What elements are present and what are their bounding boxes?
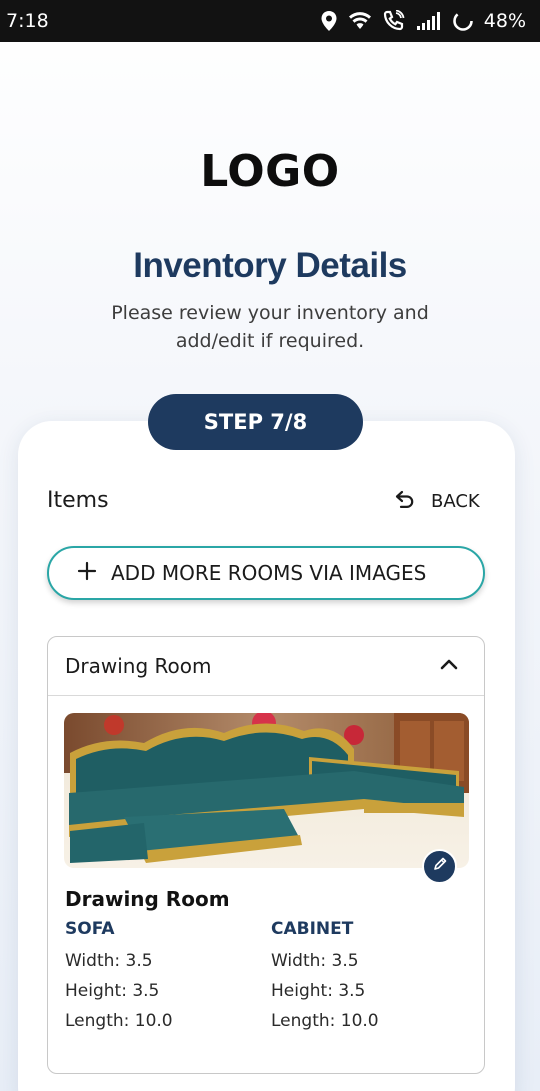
page-subtitle: Please review your inventory and add/edi…	[111, 302, 429, 352]
battery-percent: 48%	[483, 10, 526, 32]
item-name: CABINET	[271, 919, 354, 939]
wifi-icon	[348, 11, 372, 31]
wifi-calling-icon	[382, 10, 406, 32]
room-accordion-title: Drawing Room	[65, 654, 212, 678]
edit-room-button[interactable]	[422, 849, 457, 884]
item-height: Height: 3.5	[271, 981, 366, 1001]
chevron-up-icon[interactable]	[440, 657, 458, 675]
items-heading: Items	[47, 488, 109, 513]
signal-icon	[416, 11, 442, 31]
location-icon	[320, 10, 338, 32]
room-panel-drawing-room: Drawing Room Drawing Room SOFA Width: 3.…	[47, 636, 485, 1074]
inventory-item-sofa: SOFA Width: 3.5 Height: 3.5 Length: 10.0	[65, 919, 255, 1039]
back-button[interactable]: BACK	[393, 487, 480, 515]
item-name: SOFA	[65, 919, 115, 939]
step-indicator: STEP 7/8	[148, 394, 363, 450]
sofa-photo-illustration	[64, 713, 469, 868]
item-width: Width: 3.5	[65, 951, 153, 971]
status-bar: 7:18 48%	[0, 0, 540, 42]
status-icons: 48%	[320, 10, 526, 32]
add-more-rooms-label: ADD MORE ROOMS VIA IMAGES	[111, 561, 427, 585]
room-accordion-header[interactable]: Drawing Room	[48, 637, 484, 696]
room-name: Drawing Room	[65, 887, 230, 911]
item-width: Width: 3.5	[271, 951, 359, 971]
item-length: Length: 10.0	[65, 1011, 173, 1031]
pencil-icon	[432, 856, 448, 877]
item-height: Height: 3.5	[65, 981, 160, 1001]
room-photo	[64, 713, 469, 868]
battery-saver-icon	[452, 10, 474, 32]
page-title: Inventory Details	[133, 246, 407, 285]
item-length: Length: 10.0	[271, 1011, 379, 1031]
inventory-item-cabinet: CABINET Width: 3.5 Height: 3.5 Length: 1…	[271, 919, 461, 1039]
logo: LOGO	[200, 146, 340, 197]
status-time: 7:18	[6, 10, 49, 32]
undo-arrow-icon	[393, 487, 417, 516]
back-label: BACK	[431, 490, 480, 512]
add-more-rooms-button[interactable]: ADD MORE ROOMS VIA IMAGES	[47, 546, 485, 600]
plus-icon	[77, 561, 97, 586]
